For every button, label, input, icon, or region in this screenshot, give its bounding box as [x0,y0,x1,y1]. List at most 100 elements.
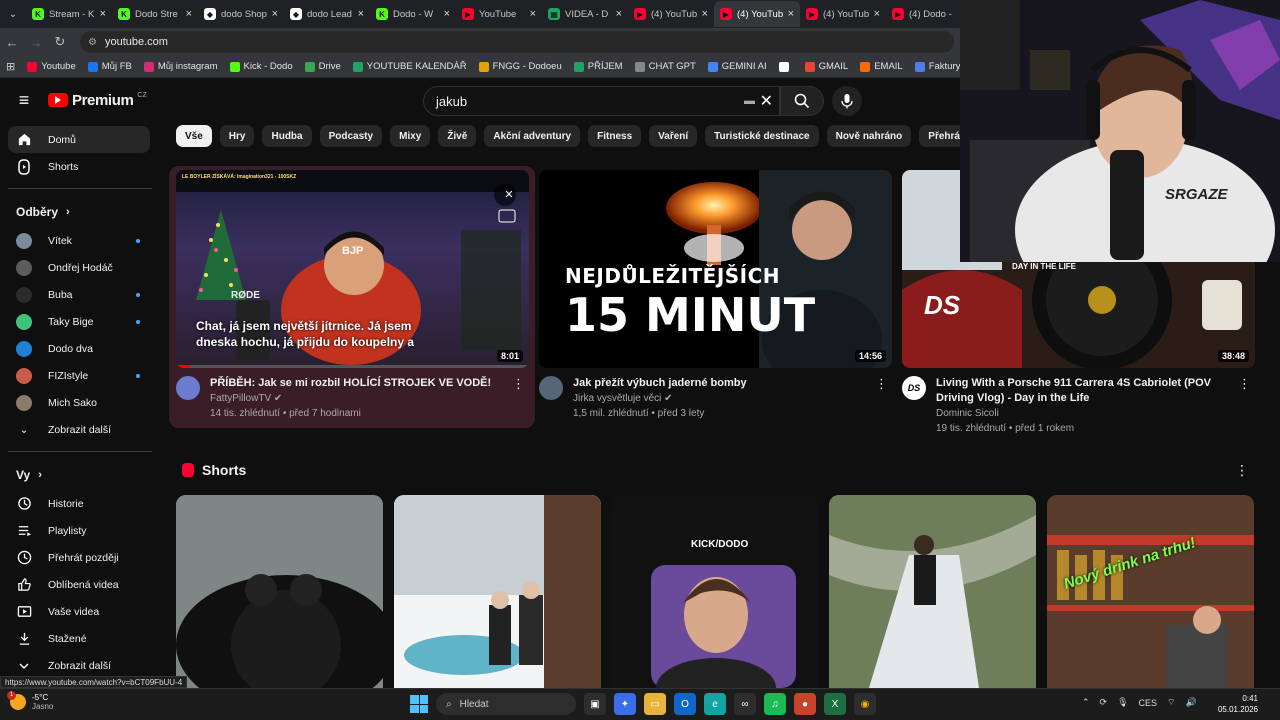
video-title[interactable]: PŘÍBĚH: Jak se mi rozbil HOLÍCÍ STROJEK … [210,376,500,391]
sidebar-item[interactable]: Historie [8,490,150,517]
sync-icon[interactable]: ⟳ [1100,697,1108,708]
task-view-icon[interactable]: ▣ [584,693,606,715]
browser-tab[interactable]: ▶ (4) YouTub × [628,1,714,27]
you-heading[interactable]: Vy › [16,460,158,490]
tab-close-icon[interactable]: × [272,8,278,20]
sidebar-item[interactable]: Shorts [8,153,150,180]
video-thumbnail[interactable]: LE BOYLER ZÍSKÁVÁ: Imagination321 - 100S… [176,170,529,368]
forward-icon[interactable]: → [24,35,48,50]
taskbar-clock[interactable]: 0:41 05.01.2026 [1212,693,1258,715]
browser-tab[interactable]: K Dodo Stre × [112,1,198,27]
sidebar-item[interactable]: Stažené [8,625,150,652]
bookmark-item[interactable]: GEMINI AI [707,61,767,72]
filter-chip[interactable]: Vše [176,125,212,147]
network-icon[interactable]: ⌔ [1167,697,1175,708]
clear-search-icon[interactable]: ✕ [760,91,773,111]
channel-avatar[interactable] [176,376,200,400]
filter-chip[interactable]: Akční adventury [484,125,581,147]
channel-avatar[interactable]: DS [902,376,926,400]
youtube-premium-logo[interactable]: Premium CZ [48,92,147,109]
obs-icon[interactable]: ● [794,693,816,715]
browser-tab[interactable]: K Stream - K × [26,1,112,27]
address-bar[interactable]: ⚙ youtube.com [80,31,954,53]
subscription-item[interactable]: Taky Bige [8,308,150,335]
tab-close-icon[interactable]: × [444,8,450,20]
browser-tab[interactable]: K Dodo - W × [370,1,456,27]
filter-chip[interactable]: Hry [219,125,255,147]
weather-widget[interactable]: 1 -5°C Jasno [7,691,53,711]
bookmark-item[interactable]: Faktury - Vytváření [914,61,960,72]
channel-name[interactable]: Dominic Sicoli [936,406,1226,421]
chrome-icon[interactable]: ◉ [854,693,876,715]
subscription-item[interactable]: Ondřej Hodáč [8,254,150,281]
bookmark-item[interactable]: FNGG - Dodoeu [478,61,562,72]
short-card[interactable] [829,495,1036,688]
sidebar-item[interactable]: Playlisty [8,517,150,544]
back-icon[interactable]: ← [0,35,24,50]
tab-close-icon[interactable]: × [702,8,708,20]
bookmark-item[interactable]: GMAIL [804,61,848,72]
tab-close-icon[interactable]: × [100,8,106,20]
filter-chip[interactable]: Mixy [390,125,431,147]
apps-icon[interactable]: ⊞ [6,60,15,73]
browser-tab[interactable]: ▦ VIDEA - D × [542,1,628,27]
subscription-item[interactable]: Mich Sako [8,389,150,416]
video-thumbnail[interactable]: NEJDŮLEŽITĚJŠÍCH 15 MINUT 14:56 [539,170,892,368]
subscription-item[interactable]: Vítek [8,227,150,254]
tab-close-icon[interactable]: × [186,8,192,20]
browser-tab[interactable]: ▶ YouTube × [456,1,542,27]
short-card[interactable] [394,495,601,688]
short-card[interactable]: Nový drink na trhu! [1047,495,1254,688]
filter-chip[interactable]: Turistické destinace [705,125,819,147]
bookmark-item[interactable]: Youtube [27,61,76,72]
microphone-tray-icon[interactable]: 🎙 [1117,697,1128,708]
sidebar-item[interactable]: Zobrazit další [8,652,150,679]
channel-name[interactable]: Jirka vysvětluje věci ✔ [573,391,863,406]
sidebar-item[interactable]: Vaše videa [8,598,150,625]
file-explorer-icon[interactable]: ▭ [644,693,666,715]
copilot-icon[interactable]: ✦ [614,693,636,715]
bookmark-item[interactable] [778,61,793,72]
bookmark-item[interactable]: YOUTUBE KALENDÁŘ [352,61,467,72]
filter-chip[interactable]: Fitness [588,125,642,147]
excel-icon[interactable]: X [824,693,846,715]
taskbar-search[interactable]: ⌕ Hledat [436,693,576,715]
bookmark-item[interactable]: Kick - Dodo [229,61,293,72]
bookmark-item[interactable]: EMAIL [860,61,903,72]
bookmark-item[interactable]: Můj FB [87,61,132,72]
channel-avatar[interactable] [539,376,563,400]
sidebar-item-home[interactable]: Domů [8,126,150,153]
sidebar-item[interactable]: Oblíbená videa [8,571,150,598]
subscriptions-heading[interactable]: Odběry › [16,197,158,227]
subscription-item[interactable]: Buba [8,281,150,308]
filter-chip[interactable]: Nově nahráno [826,125,912,147]
voice-search-button[interactable] [832,86,862,116]
video-card[interactable]: NEJDŮLEŽITĚJŠÍCH 15 MINUT 14:56 Jak přež… [539,170,892,421]
tab-search-button[interactable]: ⌄ [0,3,26,25]
meta-icon[interactable]: ∞ [734,693,756,715]
menu-icon[interactable]: ≡ [0,90,48,111]
more-options-icon[interactable]: ⋮ [1235,462,1249,479]
video-title[interactable]: Living With a Porsche 911 Carrera 4S Cab… [936,376,1226,406]
video-card[interactable]: LE BOYLER ZÍSKÁVÁ: Imagination321 - 100S… [169,166,535,428]
browser-tab[interactable]: ◆ dodo Shop × [198,1,284,27]
more-options-icon[interactable]: ⋮ [1238,376,1251,392]
filter-chip[interactable]: Přehráno [919,125,960,147]
edge-icon[interactable]: e [704,693,726,715]
volume-icon[interactable]: 🔊 [1186,697,1197,708]
filter-chip[interactable]: Hudba [262,125,312,147]
language-indicator[interactable]: CES [1139,698,1158,708]
show-hidden-icons[interactable]: ⌃ [1082,697,1090,708]
outlook-icon[interactable]: O [674,693,696,715]
subscription-item[interactable]: FIZIstyle [8,362,150,389]
bookmark-item[interactable]: PŘÍJEM [573,61,623,72]
tab-close-icon[interactable]: × [874,8,880,20]
keyboard-icon[interactable]: ▬ [744,95,755,107]
bookmark-item[interactable]: Drive [304,61,341,72]
short-card[interactable]: KICK/DODO [611,495,818,688]
tab-close-icon[interactable]: × [530,8,536,20]
subscription-item[interactable]: Dodo dva [8,335,150,362]
bookmark-item[interactable]: Můj instagram [143,61,218,72]
browser-tab[interactable]: ◆ dodo Lead × [284,1,370,27]
tab-close-icon[interactable]: × [616,8,622,20]
